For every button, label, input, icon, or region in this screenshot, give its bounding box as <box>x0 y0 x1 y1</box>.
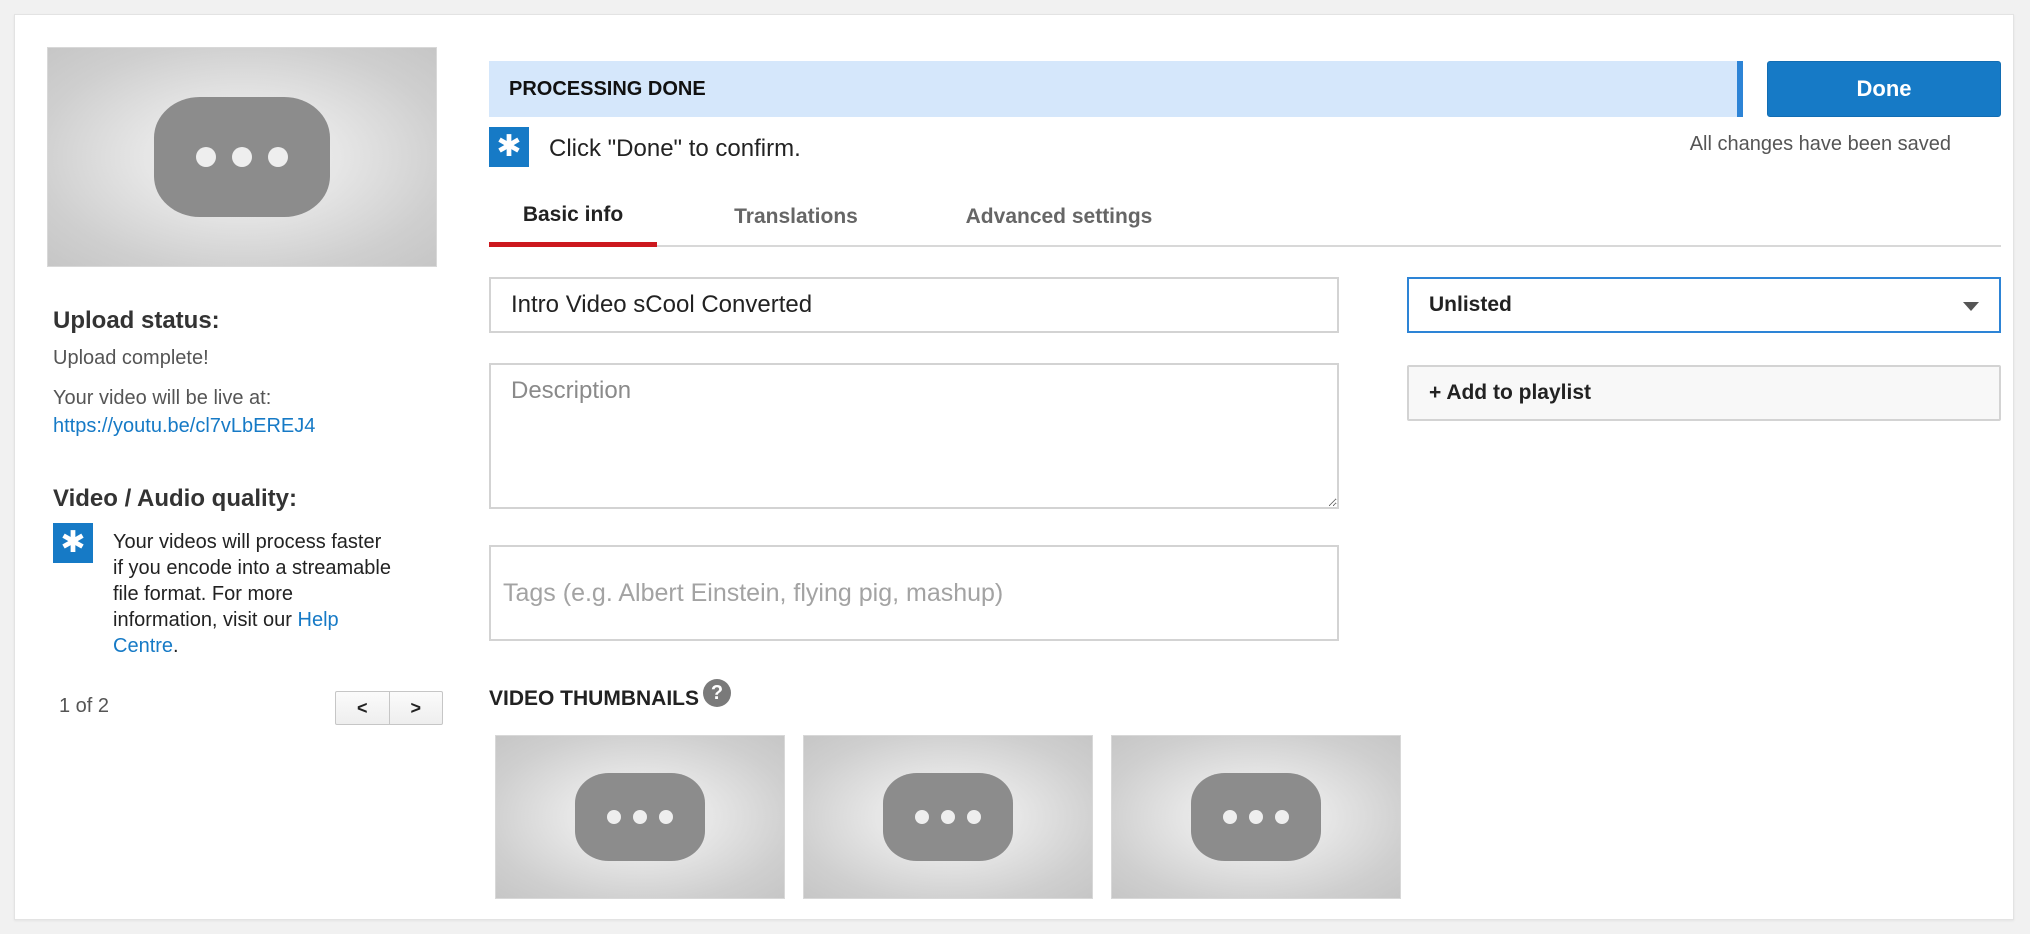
pager-controls: < > <box>335 691 443 725</box>
done-button[interactable]: Done <box>1767 61 2001 117</box>
live-at-text: Your video will be live at: <box>53 387 272 409</box>
video-thumbnails-heading: VIDEO THUMBNAILS <box>489 687 699 710</box>
quality-message: Your videos will process faster if you e… <box>113 529 393 659</box>
prev-page-button[interactable]: < <box>336 692 389 724</box>
add-to-playlist-button[interactable]: + Add to playlist <box>1407 365 2001 421</box>
video-url-link[interactable]: https://youtu.be/cl7vLbEREJ4 <box>53 415 315 438</box>
chevron-down-icon <box>1963 302 1979 311</box>
saved-status: All changes have been saved <box>1689 133 1951 155</box>
video-placeholder-icon <box>575 773 705 861</box>
tab-advanced-settings[interactable]: Advanced settings <box>939 187 1179 247</box>
video-preview <box>47 47 437 267</box>
confirm-star-icon: ✱ <box>489 127 529 167</box>
upload-status-text: Upload complete! <box>53 347 209 369</box>
info-star-icon: ✱ <box>53 523 93 563</box>
thumbnail-option-1[interactable] <box>495 735 785 899</box>
video-placeholder-icon <box>1191 773 1321 861</box>
video-placeholder-icon <box>154 97 330 217</box>
quality-message-text: Your videos will process faster if you e… <box>113 531 391 631</box>
help-suffix: . <box>173 635 179 657</box>
upload-status-heading: Upload status: <box>53 307 220 334</box>
pager-text: 1 of 2 <box>59 695 110 717</box>
quality-heading: Video / Audio quality: <box>53 485 298 512</box>
tags-input[interactable] <box>489 545 1339 641</box>
privacy-select-value: Unlisted <box>1429 293 1512 316</box>
help-question-icon[interactable]: ? <box>703 679 731 707</box>
upload-card: Upload status: Upload complete! Your vid… <box>14 14 2014 920</box>
title-input[interactable] <box>489 277 1339 333</box>
processing-status-bar: PROCESSING DONE <box>489 61 1743 117</box>
next-page-button[interactable]: > <box>388 692 443 724</box>
thumbnail-option-3[interactable] <box>1111 735 1401 899</box>
description-textarea[interactable] <box>489 363 1339 509</box>
video-placeholder-icon <box>883 773 1013 861</box>
tab-translations[interactable]: Translations <box>703 187 889 247</box>
confirm-text: Click "Done" to confirm. <box>549 135 801 162</box>
tab-bar: Basic info Translations Advanced setting… <box>489 187 2001 247</box>
tab-basic-info[interactable]: Basic info <box>489 187 657 247</box>
thumbnail-option-2[interactable] <box>803 735 1093 899</box>
privacy-select[interactable]: Unlisted <box>1407 277 2001 333</box>
